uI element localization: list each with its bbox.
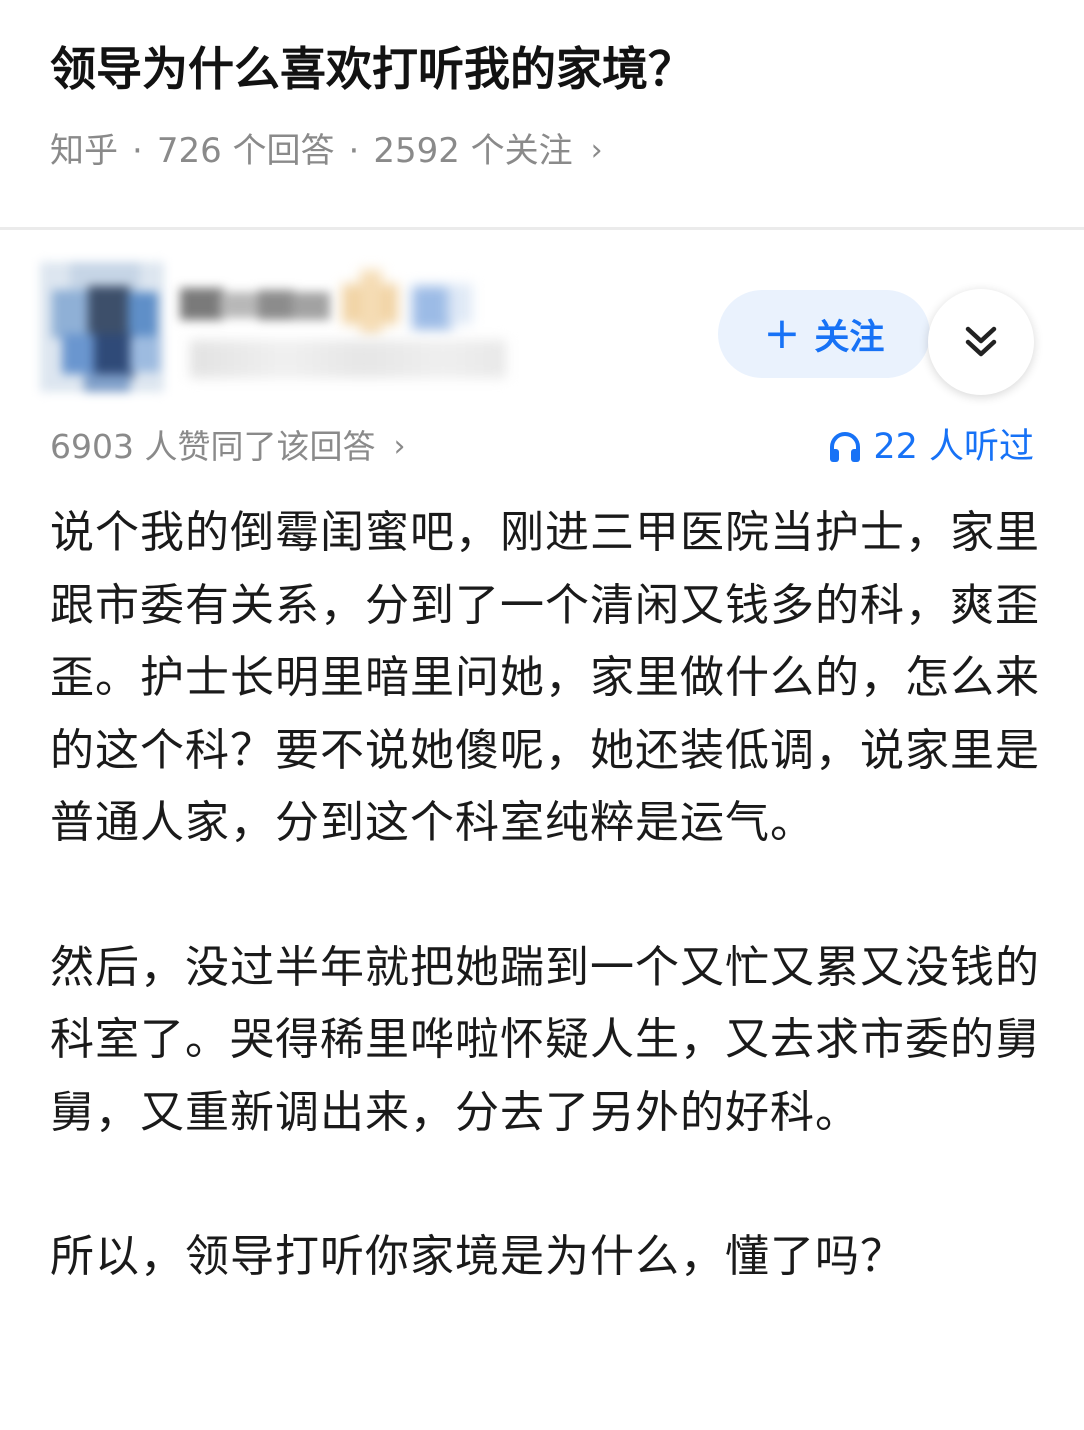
answer-page: 领导为什么喜欢打听我的家境？ 知乎 · 726 个回答 · 2592 个关注 › xyxy=(0,0,1084,1430)
source-label: 知乎 xyxy=(50,131,118,171)
chevron-right-icon: › xyxy=(590,133,603,168)
follow-button[interactable]: + 关注 xyxy=(718,290,930,378)
question-title[interactable]: 领导为什么喜欢打听我的家境？ xyxy=(50,34,694,104)
answer-body: 说个我的倒霉闺蜜吧，刚进三甲医院当护士，家里跟市委有关系，分到了一个清闲又钱多的… xyxy=(50,497,1040,1366)
follower-count: 2592 个关注 xyxy=(373,131,573,171)
double-chevron-down-icon xyxy=(965,326,997,357)
avatar[interactable] xyxy=(40,262,164,392)
headphones-icon xyxy=(830,432,861,462)
vote-count-label: 6903 人赞同了该回答 xyxy=(50,427,376,466)
plus-icon: + xyxy=(763,308,801,359)
expand-button[interactable] xyxy=(928,289,1034,395)
chevron-right-icon: › xyxy=(393,429,406,464)
meta-separator: · xyxy=(132,131,143,171)
vote-count[interactable]: 6903 人赞同了该回答 › xyxy=(50,420,405,474)
listen-count-label: 22 人听过 xyxy=(873,427,1034,467)
listen-count[interactable]: 22 人听过 xyxy=(827,420,1034,474)
answer-paragraph: 然后，没过半年就把她踹到一个又忙又累又没钱的科室了。哭得稀里哗啦怀疑人生，又去求… xyxy=(50,941,1040,1138)
follow-label: 关注 xyxy=(814,317,885,358)
question-meta[interactable]: 知乎 · 726 个回答 · 2592 个关注 › xyxy=(50,124,603,178)
author-name[interactable] xyxy=(180,282,330,326)
section-divider xyxy=(0,227,1084,230)
answer-paragraph: 所以，领导打听你家境是为什么，懂了吗？ xyxy=(50,1231,905,1282)
answer-count: 726 个回答 xyxy=(156,131,335,171)
meta-separator: · xyxy=(348,131,360,171)
author-bio xyxy=(190,340,506,378)
author-badge-icon xyxy=(336,268,476,338)
answer-paragraph: 说个我的倒霉闺蜜吧，刚进三甲医院当护士，家里跟市委有关系，分到了一个清闲又钱多的… xyxy=(50,507,1040,848)
